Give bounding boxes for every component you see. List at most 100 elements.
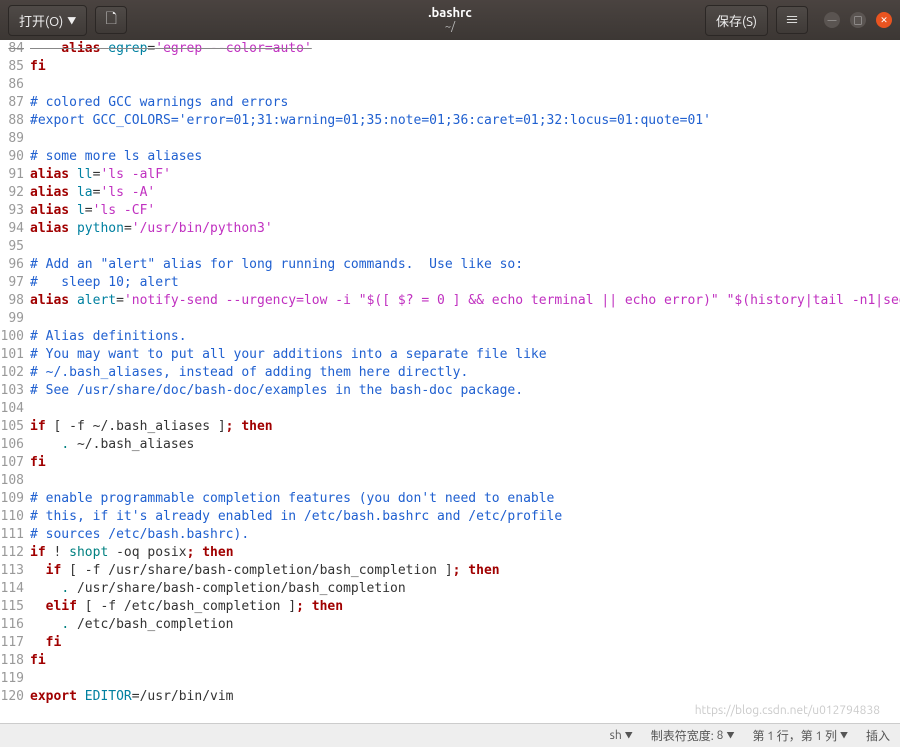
code-content[interactable] <box>30 670 900 688</box>
token-txt <box>30 599 46 614</box>
maximize-button[interactable]: □ <box>850 12 866 28</box>
code-line[interactable]: 118fi <box>0 652 900 670</box>
code-content[interactable]: if [ -f ~/.bash_aliases ]; then <box>30 418 900 436</box>
code-content[interactable]: fi <box>30 634 900 652</box>
code-content[interactable] <box>30 310 900 328</box>
code-content[interactable]: alias alert='notify-send --urgency=low -… <box>30 292 900 310</box>
code-line[interactable]: 108 <box>0 472 900 490</box>
code-line[interactable]: 110# this, if it's already enabled in /e… <box>0 508 900 526</box>
code-content[interactable]: alias python='/usr/bin/python3' <box>30 220 900 238</box>
code-content[interactable]: . ~/.bash_aliases <box>30 436 900 454</box>
code-content[interactable] <box>30 238 900 256</box>
code-line[interactable]: 100# Alias definitions. <box>0 328 900 346</box>
token-cm: # colored GCC warnings and errors <box>30 95 288 110</box>
code-content[interactable]: if ! shopt -oq posix; then <box>30 544 900 562</box>
code-line[interactable]: 101# You may want to put all your additi… <box>0 346 900 364</box>
code-content[interactable]: fi <box>30 58 900 76</box>
code-line[interactable]: 98alias alert='notify-send --urgency=low… <box>0 292 900 310</box>
code-content[interactable] <box>30 472 900 490</box>
code-line[interactable]: 90# some more ls aliases <box>0 148 900 166</box>
code-content[interactable]: if [ -f /usr/share/bash-completion/bash_… <box>30 562 900 580</box>
titlebar-right: 保存(S) ≡ ─ □ ✕ <box>705 5 892 36</box>
token-id: l <box>77 203 85 218</box>
token-txt <box>30 437 61 452</box>
code-content[interactable]: # See /usr/share/doc/bash-doc/examples i… <box>30 382 900 400</box>
code-content[interactable]: alias egrep='egrep --color=auto' <box>30 40 900 58</box>
code-line[interactable]: 87# colored GCC warnings and errors <box>0 94 900 112</box>
code-content[interactable]: # some more ls aliases <box>30 148 900 166</box>
open-button[interactable]: 打开(O) ▼ <box>8 5 87 36</box>
close-button[interactable]: ✕ <box>876 12 892 28</box>
code-line[interactable]: 117 fi <box>0 634 900 652</box>
document-icon: 🗋 <box>106 8 117 32</box>
code-content[interactable]: # You may want to put all your additions… <box>30 346 900 364</box>
cursor-position[interactable]: 第 1 行，第 1 列 ▼ <box>752 727 848 744</box>
save-button[interactable]: 保存(S) <box>705 5 768 36</box>
code-line[interactable]: 89 <box>0 130 900 148</box>
tab-width-selector[interactable]: 制表符宽度: 8 ▼ <box>651 727 735 744</box>
insert-mode[interactable]: 插入 <box>866 727 890 744</box>
code-line[interactable]: 104 <box>0 400 900 418</box>
line-number: 91 <box>0 166 30 184</box>
new-document-button[interactable]: 🗋 <box>95 6 127 34</box>
editor-area[interactable]: 84 alias egrep='egrep --color=auto'85fi8… <box>0 40 900 723</box>
code-content[interactable]: # sleep 10; alert <box>30 274 900 292</box>
code-line[interactable]: 115 elif [ -f /etc/bash_completion ]; th… <box>0 598 900 616</box>
code-line[interactable]: 95 <box>0 238 900 256</box>
code-content[interactable]: # colored GCC warnings and errors <box>30 94 900 112</box>
code-line[interactable]: 116 . /etc/bash_completion <box>0 616 900 634</box>
code-line[interactable]: 105if [ -f ~/.bash_aliases ]; then <box>0 418 900 436</box>
code-line[interactable]: 111# sources /etc/bash.bashrc). <box>0 526 900 544</box>
code-content[interactable]: # this, if it's already enabled in /etc/… <box>30 508 900 526</box>
token-txt: [ -f ~/.bash_aliases ] <box>46 419 226 434</box>
code-content[interactable]: #export GCC_COLORS='error=01;31:warning=… <box>30 112 900 130</box>
code-content[interactable]: # Add an "alert" alias for long running … <box>30 256 900 274</box>
code-line[interactable]: 119 <box>0 670 900 688</box>
code-content[interactable]: # sources /etc/bash.bashrc). <box>30 526 900 544</box>
minimize-button[interactable]: ─ <box>824 12 840 28</box>
code-content[interactable]: alias l='ls -CF' <box>30 202 900 220</box>
line-number: 113 <box>0 562 30 580</box>
code-line[interactable]: 107fi <box>0 454 900 472</box>
code-content[interactable]: elif [ -f /etc/bash_completion ]; then <box>30 598 900 616</box>
code-content[interactable]: # enable programmable completion feature… <box>30 490 900 508</box>
code-line[interactable]: 106 . ~/.bash_aliases <box>0 436 900 454</box>
token-kw: alias <box>30 221 69 236</box>
code-content[interactable]: alias ll='ls -alF' <box>30 166 900 184</box>
code-line[interactable]: 99 <box>0 310 900 328</box>
code-content[interactable] <box>30 400 900 418</box>
code-line[interactable]: 85fi <box>0 58 900 76</box>
code-line[interactable]: 112if ! shopt -oq posix; then <box>0 544 900 562</box>
language-selector[interactable]: sh ▼ <box>610 729 633 742</box>
code-line[interactable]: 120export EDITOR=/usr/bin/vim <box>0 688 900 706</box>
token-fn: . <box>61 437 69 452</box>
code-content[interactable]: alias la='ls -A' <box>30 184 900 202</box>
code-content[interactable]: fi <box>30 454 900 472</box>
close-icon: ✕ <box>880 15 888 26</box>
code-line[interactable]: 109# enable programmable completion feat… <box>0 490 900 508</box>
menu-button[interactable]: ≡ <box>776 6 808 34</box>
code-line[interactable]: 94alias python='/usr/bin/python3' <box>0 220 900 238</box>
code-line[interactable]: 103# See /usr/share/doc/bash-doc/example… <box>0 382 900 400</box>
code-content[interactable]: # ~/.bash_aliases, instead of adding the… <box>30 364 900 382</box>
code-line[interactable]: 97# sleep 10; alert <box>0 274 900 292</box>
line-number: 120 <box>0 688 30 706</box>
code-content[interactable]: . /etc/bash_completion <box>30 616 900 634</box>
code-line[interactable]: 96# Add an "alert" alias for long runnin… <box>0 256 900 274</box>
code-content[interactable]: export EDITOR=/usr/bin/vim <box>30 688 900 706</box>
code-line[interactable]: 102# ~/.bash_aliases, instead of adding … <box>0 364 900 382</box>
code-content[interactable]: fi <box>30 652 900 670</box>
code-line[interactable]: 91alias ll='ls -alF' <box>0 166 900 184</box>
line-number: 95 <box>0 238 30 256</box>
code-line[interactable]: 84 alias egrep='egrep --color=auto' <box>0 40 900 58</box>
code-line[interactable]: 114 . /usr/share/bash-completion/bash_co… <box>0 580 900 598</box>
code-content[interactable]: . /usr/share/bash-completion/bash_comple… <box>30 580 900 598</box>
code-line[interactable]: 92alias la='ls -A' <box>0 184 900 202</box>
code-line[interactable]: 93alias l='ls -CF' <box>0 202 900 220</box>
code-line[interactable]: 113 if [ -f /usr/share/bash-completion/b… <box>0 562 900 580</box>
code-line[interactable]: 88#export GCC_COLORS='error=01;31:warnin… <box>0 112 900 130</box>
code-content[interactable]: # Alias definitions. <box>30 328 900 346</box>
code-content[interactable] <box>30 76 900 94</box>
code-content[interactable] <box>30 130 900 148</box>
code-line[interactable]: 86 <box>0 76 900 94</box>
